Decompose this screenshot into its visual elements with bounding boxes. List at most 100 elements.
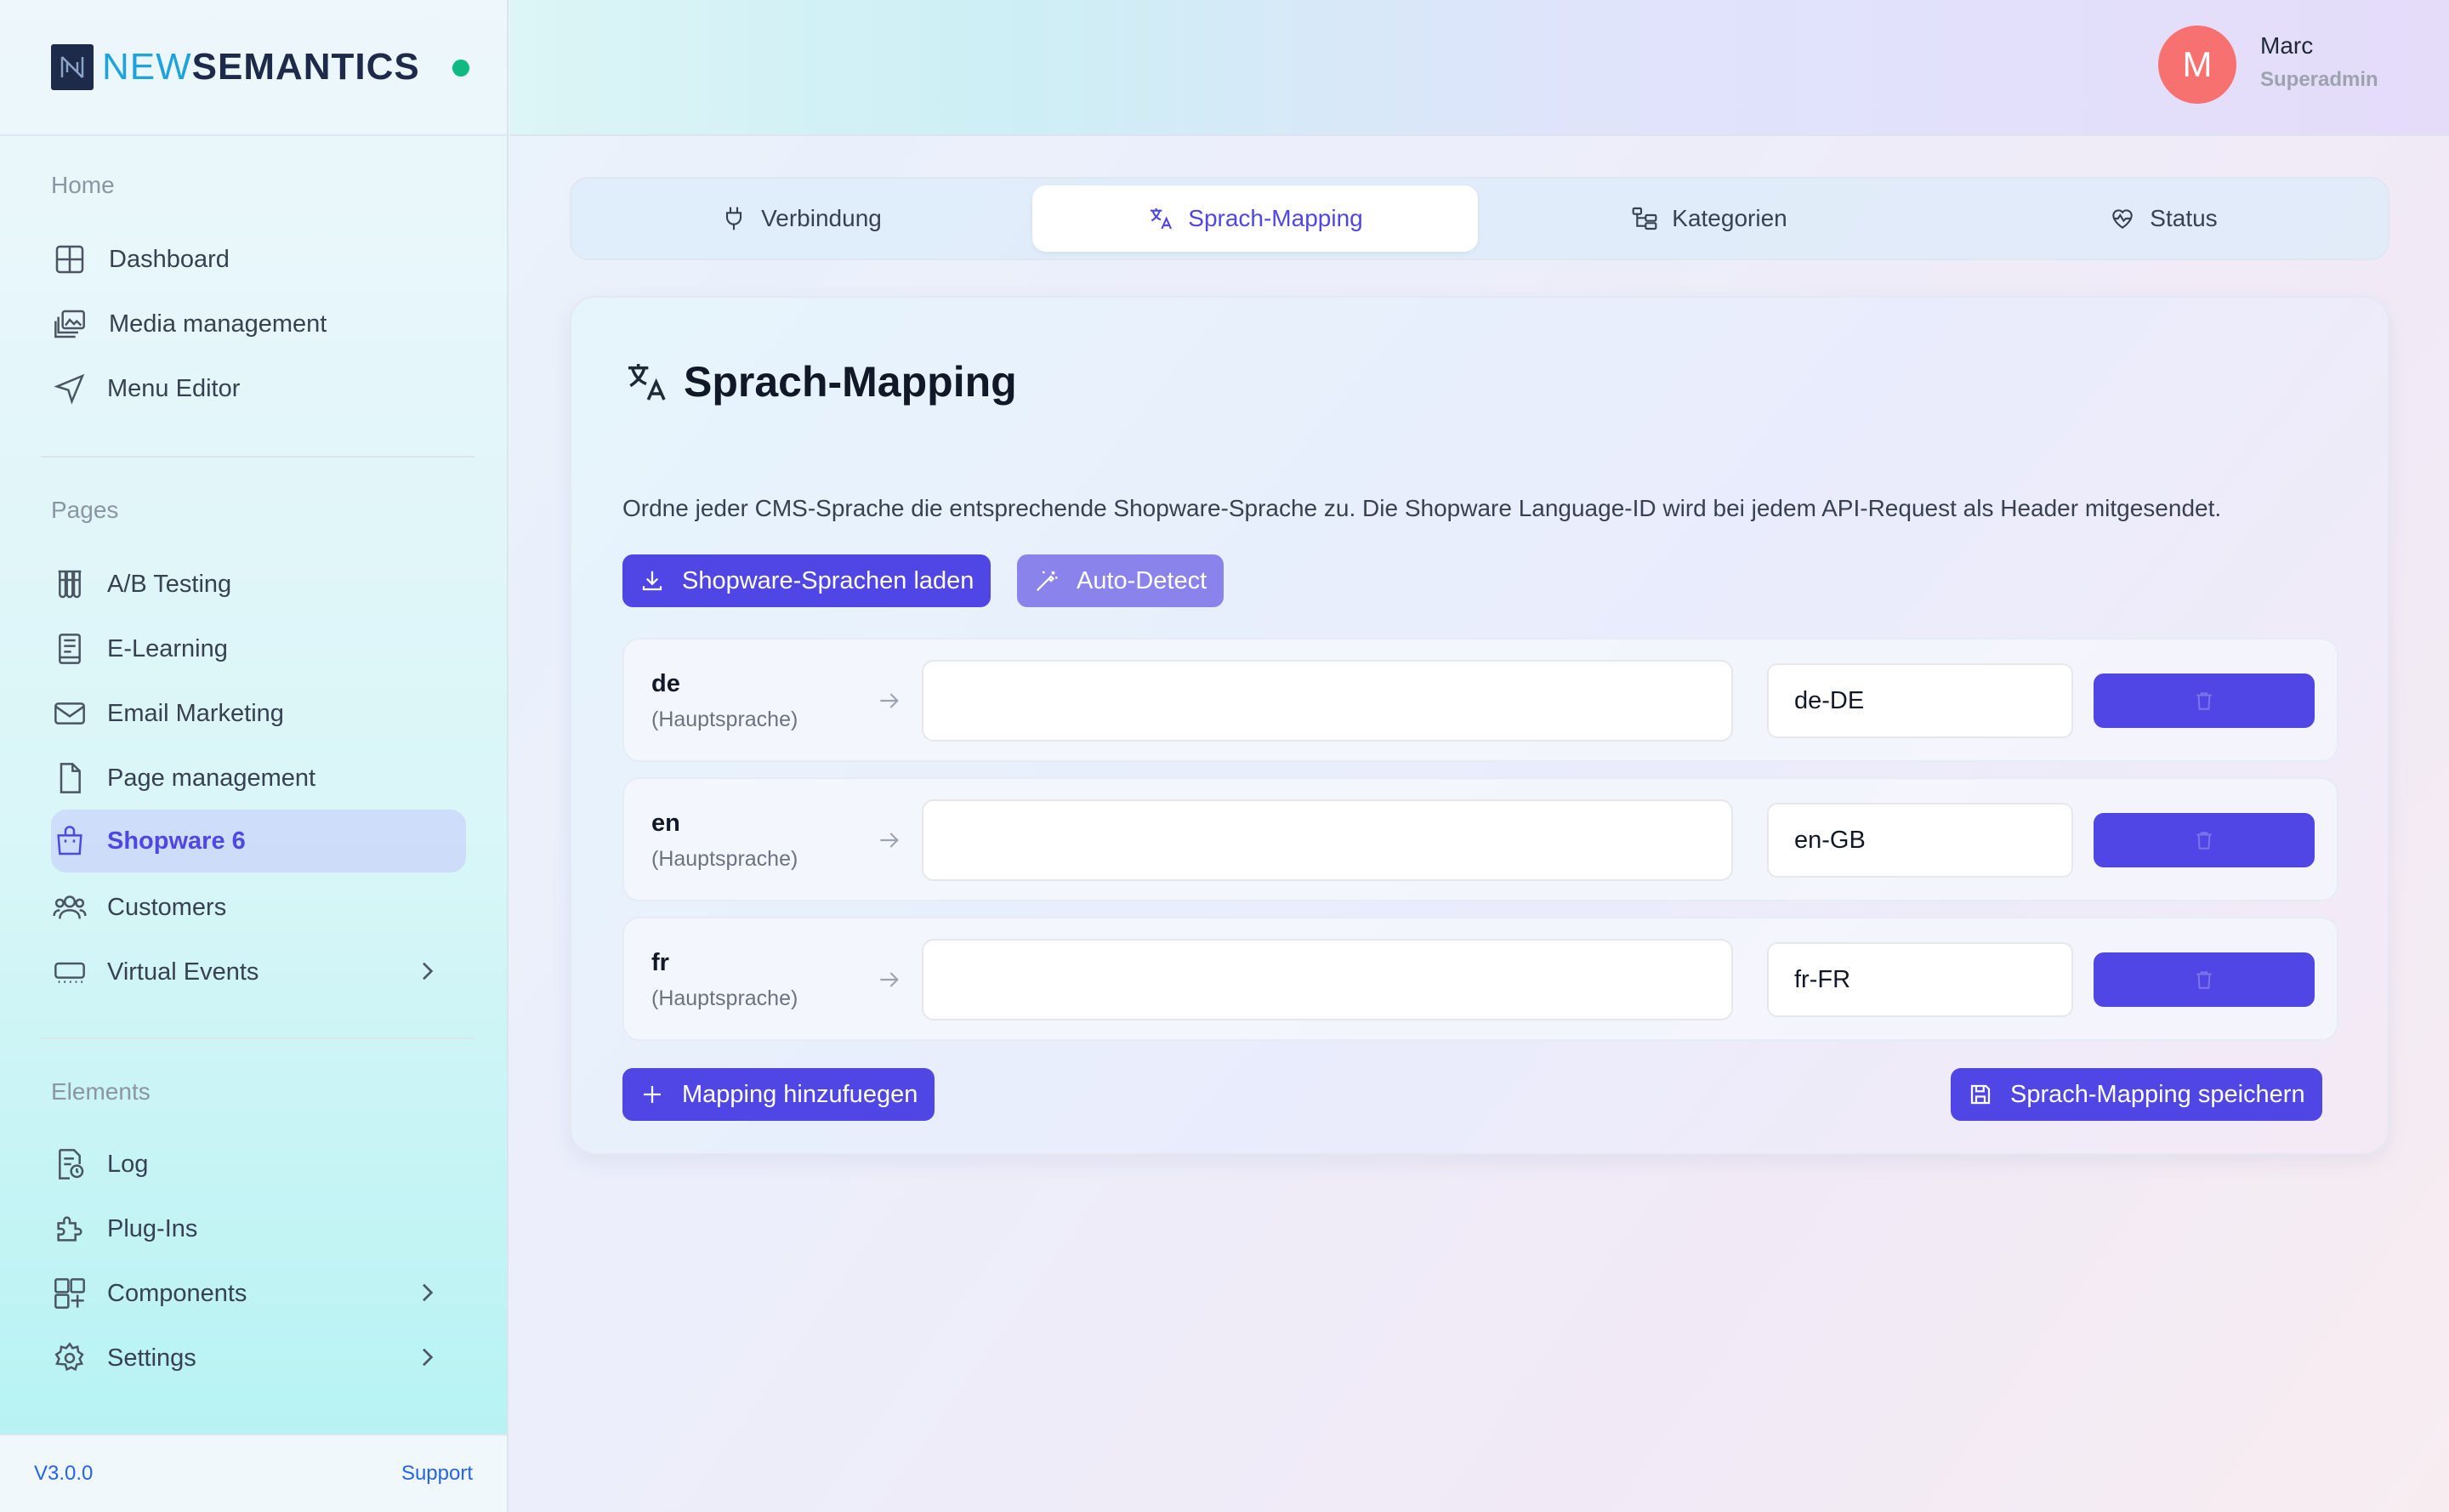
arrow-right-icon (880, 693, 899, 708)
sidebar-item-email-marketing[interactable]: Email Marketing (51, 682, 466, 745)
avatar[interactable]: M (2158, 26, 2236, 104)
sidebar-item-label: Shopware 6 (107, 827, 246, 855)
tab-bar: Verbindung Sprach-Mapping Kategorien Sta… (570, 177, 2389, 260)
locale-input[interactable] (1767, 803, 2073, 878)
version-label: V3.0.0 (34, 1462, 94, 1485)
mapping-row: de (Hauptsprache) (622, 638, 2338, 762)
language-code: en (651, 810, 680, 837)
sidebar-divider (41, 456, 474, 458)
auto-detect-button[interactable]: Auto-Detect (1017, 554, 1224, 607)
book-icon (51, 630, 88, 668)
sidebar-item-label: E-Learning (107, 634, 228, 662)
sidebar-item-settings[interactable]: Settings (51, 1327, 466, 1390)
arrow-right-icon (880, 833, 899, 848)
event-icon (51, 953, 88, 991)
sidebar-item-label: Plug-Ins (107, 1214, 198, 1242)
sidebar-footer: V3.0.0 Support (0, 1434, 507, 1512)
add-mapping-button[interactable]: Mapping hinzufuegen (622, 1068, 935, 1121)
sidebar-item-page-management[interactable]: Page management (51, 747, 466, 810)
tab-label: Verbindung (761, 205, 882, 231)
puzzle-icon (51, 1210, 88, 1248)
sidebar-item-plug-ins[interactable]: Plug-Ins (51, 1197, 466, 1260)
tab-label: Kategorien (1672, 205, 1787, 231)
tab-verbindung[interactable]: Verbindung (578, 185, 1024, 252)
mail-icon (51, 695, 88, 732)
brand-logo-icon (51, 44, 94, 90)
sidebar-item-media-management[interactable]: Media management (51, 293, 466, 355)
sidebar-item-virtual-events[interactable]: Virtual Events (51, 941, 466, 1003)
shopware-language-input[interactable] (922, 660, 1733, 742)
tab-label: Status (2150, 205, 2218, 231)
support-link[interactable]: Support (401, 1462, 473, 1486)
heart-pulse-icon (2112, 209, 2134, 229)
users-icon (51, 889, 88, 926)
language-sub-label: (Hauptsprache) (651, 708, 798, 731)
sidebar-item-label: Page management (107, 764, 316, 792)
magic-wand-icon (1036, 571, 1058, 592)
locale-input[interactable] (1767, 663, 2073, 738)
sidebar-item-label: Log (107, 1150, 149, 1178)
trash-icon (2196, 832, 2212, 850)
test-tubes-icon (51, 566, 88, 603)
shopware-language-input[interactable] (922, 939, 1733, 1020)
sidebar-item-label: Components (107, 1279, 247, 1307)
sidebar-divider (41, 1037, 474, 1039)
section-title-home: Home (51, 172, 115, 198)
section-title-elements: Elements (51, 1078, 151, 1105)
sidebar-item-shopware-6[interactable]: Shopware 6 (51, 810, 466, 873)
tab-label: Sprach-Mapping (1188, 205, 1363, 231)
images-icon (51, 305, 88, 343)
tab-kategorien[interactable]: Kategorien (1486, 185, 1932, 252)
locale-input[interactable] (1767, 942, 2073, 1017)
shopware-language-input[interactable] (922, 799, 1733, 881)
chevron-right-icon (423, 1348, 434, 1367)
trash-icon (2196, 971, 2212, 989)
card-title: Sprach-Mapping (622, 357, 1017, 406)
sidebar-item-label: Settings (107, 1344, 196, 1372)
sidebar-item-menu-editor[interactable]: Menu Editor (51, 357, 466, 420)
log-file-icon (51, 1145, 88, 1183)
section-title-pages: Pages (51, 497, 119, 523)
trash-icon (2196, 692, 2212, 710)
user-name: Marc (2260, 32, 2314, 59)
sidebar-item-e-learning[interactable]: E-Learning (51, 617, 466, 680)
delete-mapping-button[interactable] (2094, 952, 2315, 1007)
save-mapping-button[interactable]: Sprach-Mapping speichern (1951, 1068, 2322, 1121)
translate-icon (1151, 208, 1173, 230)
folder-tree-icon (1632, 207, 1657, 230)
save-icon (1970, 1084, 1991, 1105)
sidebar-item-dashboard[interactable]: Dashboard (51, 228, 466, 291)
sidebar-item-label: Email Marketing (107, 699, 284, 727)
load-shopware-languages-button[interactable]: Shopware-Sprachen laden (622, 554, 992, 607)
sidebar-item-label: Menu Editor (107, 374, 241, 402)
sidebar-item-log[interactable]: Log (51, 1133, 466, 1196)
navigation-arrow-icon (51, 370, 88, 407)
card-description: Ordne jeder CMS-Sprache die entsprechend… (622, 495, 2222, 521)
gear-icon (51, 1339, 88, 1377)
chevron-right-icon (423, 962, 434, 981)
language-code: fr (651, 949, 669, 976)
shopping-bag-icon (51, 822, 88, 860)
tab-status[interactable]: Status (1940, 185, 2386, 252)
brand-name: NEWSEMANTICS (102, 46, 420, 88)
sidebar-item-ab-testing[interactable]: A/B Testing (51, 553, 466, 616)
chevron-right-icon (423, 1283, 434, 1302)
sidebar-item-label: Dashboard (109, 245, 230, 273)
user-role: Superadmin (2260, 68, 2378, 91)
mapping-row: fr (Hauptsprache) (622, 917, 2338, 1041)
translate-icon (628, 364, 666, 401)
download-icon (642, 571, 662, 591)
delete-mapping-button[interactable] (2094, 813, 2315, 867)
sidebar: NEWSEMANTICS Home Dashboard Media manage… (0, 0, 509, 1512)
tab-sprach-mapping[interactable]: Sprach-Mapping (1032, 185, 1478, 252)
sidebar-item-customers[interactable]: Customers (51, 876, 466, 939)
sidebar-item-label: Media management (109, 310, 327, 338)
online-status-dot (452, 60, 469, 77)
arrow-right-icon (880, 972, 899, 987)
grid-icon (51, 241, 88, 278)
sidebar-item-components[interactable]: Components (51, 1262, 466, 1325)
brand[interactable]: NEWSEMANTICS (0, 0, 507, 136)
language-sub-label: (Hauptsprache) (651, 986, 798, 1010)
delete-mapping-button[interactable] (2094, 674, 2315, 728)
sprach-mapping-card: Sprach-Mapping Ordne jeder CMS-Sprache d… (570, 296, 2389, 1155)
